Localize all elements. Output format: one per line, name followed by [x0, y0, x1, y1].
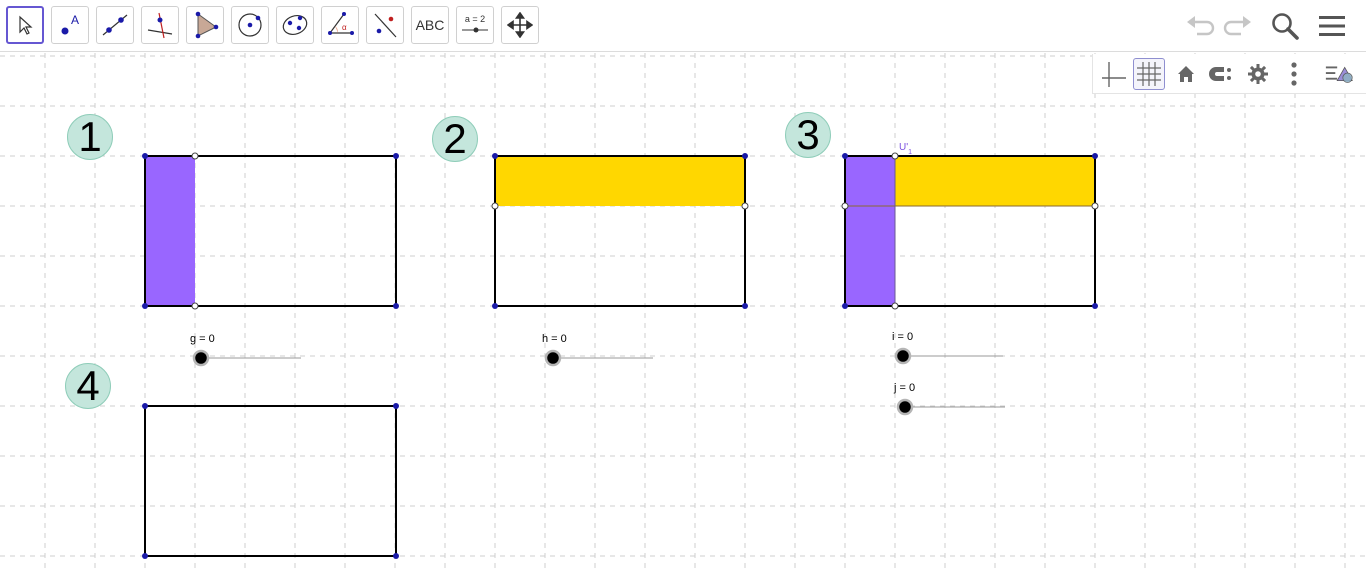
slider-h-label: h = 0 [542, 333, 567, 345]
grid-toggle-button[interactable] [1133, 58, 1165, 90]
line-through-points-icon [102, 14, 128, 36]
move-graphics-tool-button[interactable] [501, 6, 539, 44]
home-icon [1178, 66, 1194, 82]
search-button[interactable] [1267, 8, 1303, 44]
grid-toggle-icon [1137, 62, 1161, 86]
slider-j-handle[interactable] [896, 398, 914, 416]
more-vertical-icon [1291, 62, 1297, 86]
reflect-tool-button[interactable] [366, 6, 404, 44]
slider-i-label: i = 0 [892, 331, 914, 343]
angle-icon: α [328, 12, 354, 35]
angle-tool-button[interactable]: α [321, 6, 359, 44]
slider-j-label: j = 0 [894, 382, 916, 394]
point-label-u1[interactable]: U'1 [899, 142, 912, 156]
perpendicular-line-tool-button[interactable] [141, 6, 179, 44]
slider-g-label: g = 0 [190, 333, 215, 345]
hamburger-menu-icon [1319, 16, 1345, 36]
graphics-view[interactable]: U'1 [0, 53, 1366, 568]
redo-button[interactable] [1220, 8, 1256, 44]
slider-icon: a = 2 [462, 14, 488, 33]
slider-i[interactable] [894, 347, 1003, 365]
slider-g[interactable] [192, 349, 301, 367]
ellipse-icon [282, 14, 308, 36]
move-tool-button[interactable] [6, 6, 44, 44]
view-menu-icon [1325, 66, 1353, 83]
grid [0, 53, 1366, 568]
point-capture-icon [1209, 67, 1231, 81]
figure-number-badge-3: 3 [785, 112, 831, 158]
slider-h-handle[interactable] [544, 349, 562, 367]
undo-icon [1187, 16, 1215, 36]
figure-4-rectangle[interactable] [144, 405, 397, 557]
text-tool-button[interactable]: ABC [411, 6, 449, 44]
figure-number-badge-2: 2 [432, 116, 478, 162]
circle-tool-button[interactable] [231, 6, 269, 44]
reflect-about-line-icon [374, 13, 397, 38]
figure-3: U'1 [841, 142, 1099, 310]
figure-3-purple-strip[interactable] [845, 156, 895, 306]
point-tool-label: A [71, 13, 79, 27]
perpendicular-line-icon [147, 12, 173, 39]
more-options-button[interactable] [1278, 58, 1310, 90]
standard-view-button[interactable] [1170, 58, 1202, 90]
figure-2 [491, 153, 749, 309]
slider-j[interactable] [896, 398, 1005, 416]
figure-2-yellow-strip[interactable] [495, 156, 745, 206]
line-tool-button[interactable] [96, 6, 134, 44]
point-capture-button[interactable] [1206, 58, 1238, 90]
main-menu-button[interactable] [1314, 8, 1350, 44]
conic-tool-button[interactable] [276, 6, 314, 44]
figure-number-badge-4: 4 [65, 363, 111, 409]
axes-toggle-icon [1102, 62, 1126, 87]
slider-tool-label: a = 2 [465, 14, 485, 24]
cursor-arrow-icon [19, 15, 33, 35]
toolbar: A α ABC a = 2 [0, 0, 1366, 52]
figure-4 [142, 403, 399, 559]
figure-1 [142, 152, 399, 310]
graphics-settings-button[interactable] [1242, 58, 1274, 90]
figure-1-purple-strip[interactable] [145, 156, 195, 306]
figure-4-vertices[interactable] [142, 403, 399, 559]
axes-toggle-button[interactable] [1097, 58, 1129, 90]
slider-tool-button[interactable]: a = 2 [456, 6, 494, 44]
move-arrows-icon [507, 12, 533, 38]
polygon-tool-button[interactable] [186, 6, 224, 44]
point-tool-button[interactable]: A [51, 6, 89, 44]
search-icon [1272, 13, 1299, 40]
settings-gear-icon [1248, 64, 1268, 84]
redo-icon [1223, 16, 1251, 36]
slider-i-handle[interactable] [894, 347, 912, 365]
view-menu-button[interactable] [1324, 58, 1356, 90]
text-tool-label: ABC [415, 17, 445, 33]
figure-number-badge-1: 1 [67, 114, 113, 160]
undo-button[interactable] [1182, 8, 1218, 44]
circle-center-point-icon [238, 13, 262, 37]
graphics-style-bar [1092, 54, 1366, 94]
svg-text:α: α [342, 23, 347, 32]
point-icon: A [61, 13, 79, 35]
slider-h[interactable] [544, 349, 653, 367]
slider-g-handle[interactable] [192, 349, 210, 367]
triangle-polygon-icon [195, 11, 219, 39]
